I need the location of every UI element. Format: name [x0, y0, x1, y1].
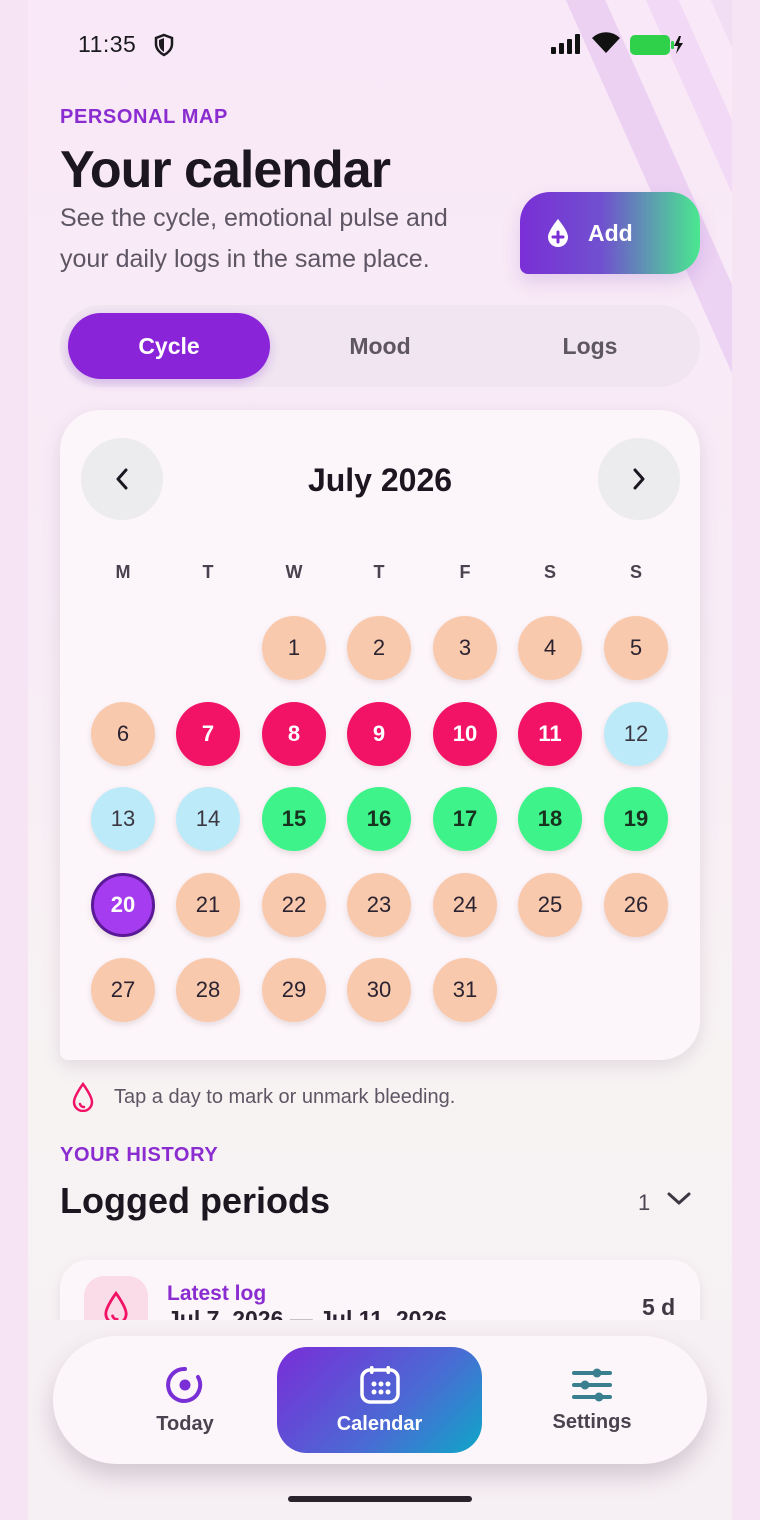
home-indicator[interactable]	[288, 1496, 472, 1502]
calendar-day[interactable]: 21	[176, 872, 240, 937]
history-title: Logged periods	[60, 1180, 330, 1221]
calendar-day[interactable]: 18	[518, 787, 582, 852]
calendar-day[interactable]: 10	[433, 701, 497, 766]
drop-outline-icon	[72, 1082, 94, 1112]
calendar-card: July 2026 MTWTFSS 1 2 3 4 5 6 7 8 9 10 11 12 13 14 15 1…	[60, 410, 700, 1060]
calendar-day[interactable]: 14	[176, 787, 240, 852]
calendar-day[interactable]: 4	[518, 616, 582, 680]
history-count: 1	[638, 1190, 651, 1215]
calendar-day[interactable]: 25	[518, 872, 582, 937]
calendar-day[interactable]: 15	[262, 787, 326, 852]
calendar-day[interactable]: 23	[347, 872, 411, 937]
wifi-icon	[591, 32, 621, 59]
calendar-day[interactable]: 16	[347, 787, 411, 852]
signal-icon	[551, 34, 583, 59]
calendar-day[interactable]: 2	[347, 616, 411, 680]
calendar-day[interactable]: 26	[604, 872, 668, 937]
calendar-day[interactable]: 1	[262, 616, 326, 680]
calendar-day[interactable]: 5	[604, 616, 668, 680]
weekday-header: T	[202, 562, 214, 582]
shield-icon	[153, 33, 175, 62]
calendar-day[interactable]: 20	[91, 872, 155, 937]
weekday-header: T	[373, 562, 385, 582]
calendar-day[interactable]: 22	[262, 872, 326, 937]
calendar-day[interactable]: 3	[433, 616, 497, 680]
bleeding-hint: Tap a day to mark or unmark bleeding.	[72, 1082, 455, 1112]
nav-calendar-label: Calendar	[336, 1412, 423, 1435]
weekday-header: M	[115, 562, 131, 582]
battery-icon	[630, 34, 684, 61]
weekday-header: S	[629, 562, 642, 582]
target-icon	[165, 1365, 205, 1405]
nav-today[interactable]: Today	[125, 1336, 245, 1464]
calendar-icon	[359, 1365, 401, 1405]
view-tabs: Cycle Mood Logs	[60, 305, 700, 387]
weekday-header: F	[459, 562, 471, 582]
calendar-day[interactable]: 12	[604, 701, 668, 766]
calendar-day[interactable]: 27	[91, 958, 155, 1023]
tab-mood[interactable]: Mood	[279, 313, 481, 379]
page-subtitle: See the cycle, emotional pulse and your …	[60, 204, 448, 273]
add-button[interactable]: Add	[520, 192, 700, 274]
calendar-day[interactable]: 11	[518, 701, 582, 766]
nav-today-label: Today	[156, 1412, 214, 1435]
history-eyebrow: YOUR HISTORY	[60, 1144, 219, 1166]
weekday-header: W	[285, 562, 303, 582]
status-bar: 11:35	[0, 0, 760, 90]
drop-plus-icon	[546, 218, 570, 248]
nav-calendar[interactable]: Calendar	[277, 1347, 482, 1453]
add-button-label: Add	[588, 219, 633, 246]
log-tag: Latest log	[167, 1282, 267, 1305]
nav-settings[interactable]: Settings	[537, 1336, 647, 1464]
status-time: 11:35	[78, 31, 137, 57]
chevron-down-icon[interactable]	[666, 1190, 692, 1213]
calendar-day[interactable]: 7	[176, 701, 240, 766]
calendar-day[interactable]: 9	[347, 701, 411, 766]
calendar-day[interactable]: 28	[176, 958, 240, 1023]
calendar-day[interactable]: 6	[91, 701, 155, 766]
tab-cycle[interactable]: Cycle	[68, 313, 270, 379]
nav-settings-label: Settings	[552, 1410, 632, 1433]
bottom-navigation: Today Calendar Settings	[53, 1336, 707, 1464]
calendar-day[interactable]: 19	[604, 787, 668, 852]
calendar-day[interactable]: 8	[262, 701, 326, 766]
calendar-day[interactable]: 13	[91, 787, 155, 852]
sliders-icon	[571, 1367, 613, 1403]
eyebrow-label: PERSONAL MAP	[60, 106, 228, 128]
calendar-day[interactable]: 29	[262, 958, 326, 1023]
hint-text: Tap a day to mark or unmark bleeding.	[114, 1085, 456, 1108]
calendar-day[interactable]: 31	[433, 958, 497, 1023]
weekday-header: S	[543, 562, 556, 582]
log-duration: 5 d	[642, 1294, 676, 1320]
next-month-button[interactable]	[598, 438, 680, 520]
tab-logs[interactable]: Logs	[489, 313, 691, 379]
calendar-day[interactable]: 24	[433, 872, 497, 937]
chevron-right-icon	[633, 468, 645, 490]
page-title: Your calendar	[60, 141, 391, 199]
calendar-day[interactable]: 30	[347, 958, 411, 1023]
calendar-day[interactable]: 17	[433, 787, 497, 852]
